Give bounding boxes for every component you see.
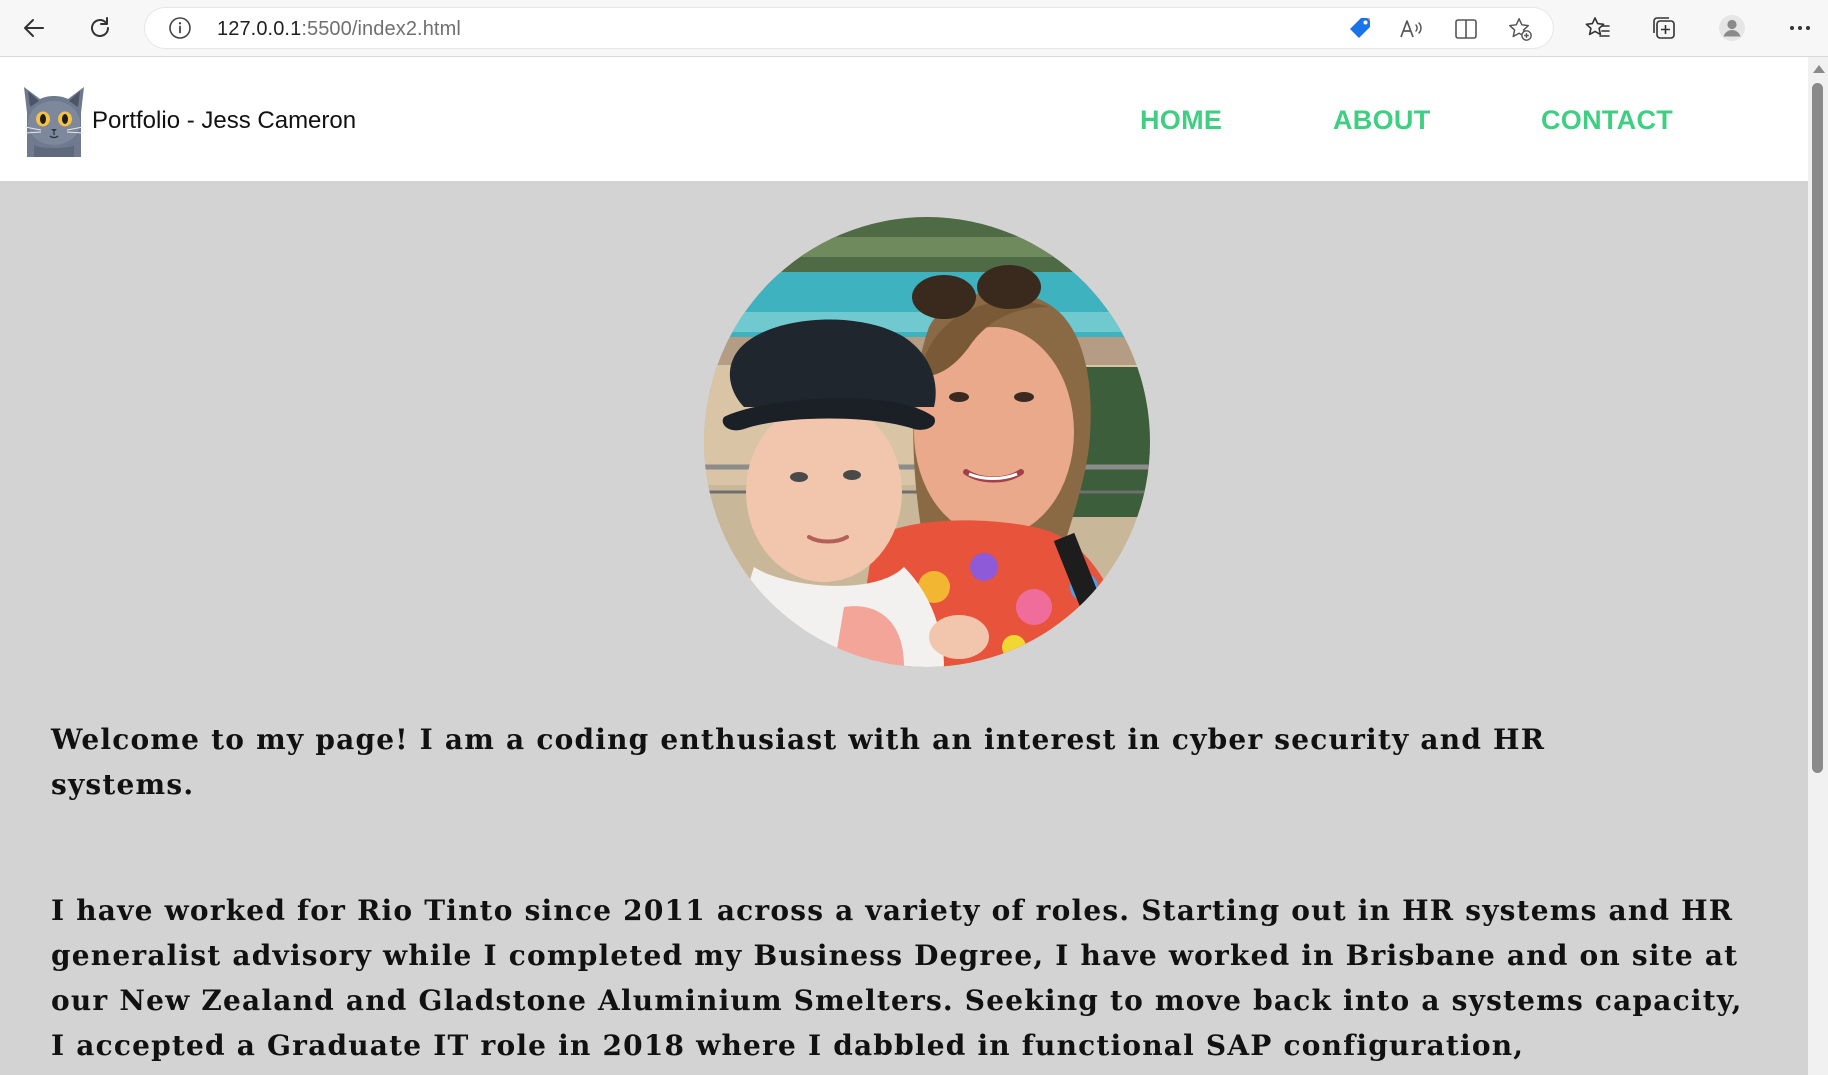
more-options-icon[interactable] (1782, 10, 1818, 46)
site-navbar: Portfolio - Jess Cameron HOME ABOUT CONT… (0, 57, 1808, 181)
intro-paragraph: Welcome to my page! I am a coding enthus… (51, 723, 1546, 801)
favorites-icon[interactable] (1580, 10, 1616, 46)
scroll-up-arrow-icon[interactable] (1813, 65, 1825, 73)
bio-paragraph: I have worked for Rio Tinto since 2011 a… (51, 894, 1743, 1062)
split-screen-icon[interactable] (1453, 16, 1479, 42)
profile-photo (704, 217, 1150, 667)
address-bar[interactable]: 127.0.0.1:5500/index2.html (144, 7, 1554, 49)
nav-about-link[interactable]: ABOUT (1333, 105, 1431, 136)
add-favorite-icon[interactable] (1507, 16, 1533, 42)
refresh-icon[interactable] (82, 10, 118, 46)
page-scrollbar[interactable] (1808, 57, 1828, 1075)
shopping-tag-icon[interactable] (1347, 16, 1373, 42)
collections-icon[interactable] (1646, 10, 1682, 46)
scrollbar-thumb[interactable] (1812, 83, 1823, 773)
nav-contact-link[interactable]: CONTACT (1541, 105, 1673, 136)
back-icon[interactable] (16, 10, 52, 46)
profile-icon[interactable] (1714, 10, 1750, 46)
site-info-icon[interactable] (168, 16, 192, 40)
url-text[interactable]: 127.0.0.1:5500/index2.html (217, 18, 461, 41)
about-content: Welcome to my page! I am a coding enthus… (51, 717, 1751, 1068)
browser-toolbar: 127.0.0.1:5500/index2.html (0, 0, 1828, 57)
nav-home-link[interactable]: HOME (1140, 105, 1222, 136)
cat-logo-icon[interactable] (22, 83, 86, 157)
page-viewport: Portfolio - Jess Cameron HOME ABOUT CONT… (0, 57, 1808, 1075)
read-aloud-icon[interactable] (1398, 16, 1424, 42)
site-brand[interactable]: Portfolio - Jess Cameron (92, 107, 356, 135)
